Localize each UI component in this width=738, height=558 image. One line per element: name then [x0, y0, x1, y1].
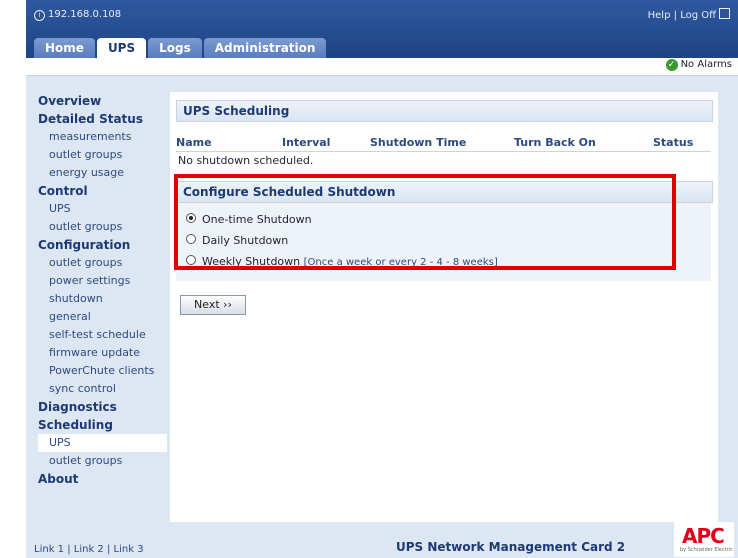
next-button[interactable]: Next ›› — [180, 295, 246, 315]
top-links: Help | Log Off — [648, 8, 730, 21]
sidebar-item-power-settings[interactable]: power settings — [34, 272, 167, 290]
footer-links: Link 1 | Link 2 | Link 3 — [34, 544, 144, 555]
product-name: UPS Network Management Card 2 — [396, 540, 626, 554]
sidebar-configuration[interactable]: Configuration — [34, 236, 167, 254]
sidebar-diagnostics[interactable]: Diagnostics — [34, 398, 167, 416]
tab-home[interactable]: Home — [34, 38, 95, 58]
col-name: Name — [176, 136, 212, 149]
highlight-box — [174, 174, 676, 270]
sidebar-item-measurements[interactable]: measurements — [34, 128, 167, 146]
sidebar-item-control-outlet-groups[interactable]: outlet groups — [34, 218, 167, 236]
logoff-link[interactable]: Log Off — [680, 10, 716, 21]
sidebar-item-outlet-groups-status[interactable]: outlet groups — [34, 146, 167, 164]
empty-message: No shutdown scheduled. — [178, 154, 314, 167]
tab-logs[interactable]: Logs — [148, 38, 202, 58]
logoff-icon[interactable] — [719, 8, 730, 19]
alarm-status[interactable]: ✓ No Alarms — [665, 59, 732, 71]
sidebar-item-control-ups[interactable]: UPS — [34, 200, 167, 218]
col-interval: Interval — [282, 136, 331, 149]
footer-link-2[interactable]: Link 2 — [74, 544, 104, 555]
sidebar-item-firmware-update[interactable]: firmware update — [34, 344, 167, 362]
sidebar-item-shutdown[interactable]: shutdown — [34, 290, 167, 308]
sidebar-detailed-status[interactable]: Detailed Status — [34, 110, 167, 128]
sidebar-overview[interactable]: Overview — [34, 92, 167, 110]
footer-link-3[interactable]: Link 3 — [114, 544, 144, 555]
schedule-table-header: Name Interval Shutdown Time Turn Back On… — [176, 136, 711, 150]
help-link[interactable]: Help — [648, 10, 671, 21]
link-separator: | — [673, 10, 677, 21]
sidebar-item-energy-usage[interactable]: energy usage — [34, 164, 167, 182]
tab-ups[interactable]: UPS — [96, 38, 147, 58]
alarm-text: No Alarms — [680, 59, 732, 70]
col-turn-back-on: Turn Back On — [514, 136, 596, 149]
sidebar-item-self-test-schedule[interactable]: self-test schedule — [34, 326, 167, 344]
main-panel: UPS Scheduling Name Interval Shutdown Ti… — [170, 92, 718, 522]
sidebar-item-powerchute-clients[interactable]: PowerChute clients — [34, 362, 167, 380]
sidebar-item-scheduling-ups[interactable]: UPS — [38, 434, 167, 452]
apc-logo-sub: by Schneider Electric — [680, 547, 733, 553]
section-title: UPS Scheduling — [183, 104, 290, 118]
sidebar-control[interactable]: Control — [34, 182, 167, 200]
sidebar-item-config-outlet-groups[interactable]: outlet groups — [34, 254, 167, 272]
sidebar-about[interactable]: About — [34, 470, 167, 488]
tab-administration[interactable]: Administration — [203, 38, 327, 58]
sidebar-item-scheduling-outlet-groups[interactable]: outlet groups — [34, 452, 167, 470]
apc-logo: APC by Schneider Electric — [674, 522, 734, 557]
ip-address: 192.168.0.108 — [48, 9, 122, 20]
top-header: i 192.168.0.108 Help | Log Off Home UPS L… — [26, 0, 738, 58]
sidebar-scheduling[interactable]: Scheduling — [34, 416, 167, 434]
sidebar-item-general[interactable]: general — [34, 308, 167, 326]
info-icon: i — [34, 10, 45, 21]
content-frame: Overview Detailed Status measurements ou… — [26, 76, 738, 558]
apc-logo-text: APC — [682, 524, 725, 548]
scheduling-section-header: UPS Scheduling — [176, 100, 713, 122]
main-tabs: Home UPS Logs Administration — [34, 38, 327, 58]
device-ip: i 192.168.0.108 — [34, 9, 121, 21]
sidebar-item-sync-control[interactable]: sync control — [34, 380, 167, 398]
col-shutdown-time: Shutdown Time — [370, 136, 467, 149]
table-divider — [176, 151, 711, 152]
sidebar: Overview Detailed Status measurements ou… — [34, 92, 167, 522]
footer: Link 1 | Link 2 | Link 3 UPS Network Man… — [26, 522, 738, 557]
alarm-bar: ✓ No Alarms — [26, 58, 738, 76]
footer-link-1[interactable]: Link 1 — [34, 544, 64, 555]
col-status: Status — [653, 136, 694, 149]
check-icon: ✓ — [665, 59, 678, 71]
